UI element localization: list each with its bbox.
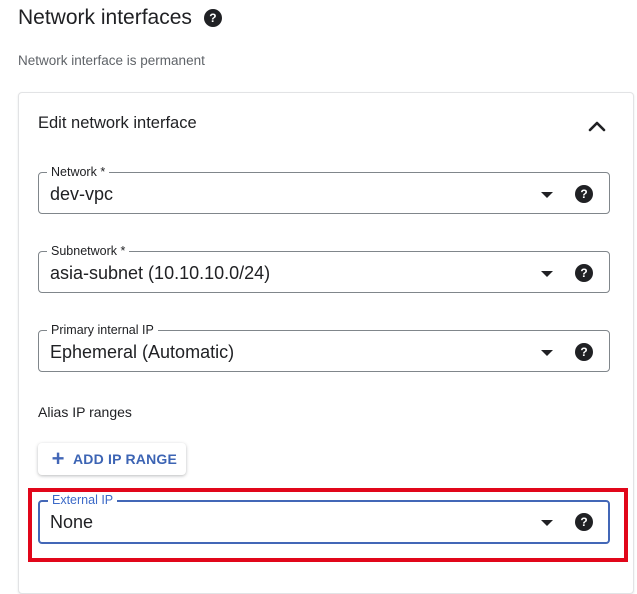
chevron-up-icon	[588, 121, 606, 132]
external-ip-value: None	[50, 512, 94, 532]
subnetwork-select[interactable]: Subnetwork * asia-subnet (10.10.10.0/24)…	[38, 243, 610, 293]
help-icon[interactable]: ?	[575, 264, 593, 282]
help-icon[interactable]: ?	[575, 343, 593, 361]
network-select[interactable]: Network * dev-vpc ?	[38, 164, 610, 214]
card-title: Edit network interface	[38, 114, 197, 132]
primary-internal-ip-value: Ephemeral (Automatic)	[50, 342, 235, 362]
plus-icon: +	[51, 446, 65, 471]
subnetwork-value: asia-subnet (10.10.10.0/24)	[50, 263, 271, 283]
page-title-text: Network interfaces	[18, 6, 192, 29]
help-icon[interactable]: ?	[575, 185, 593, 203]
primary-internal-ip-select[interactable]: Primary internal IP Ephemeral (Automatic…	[38, 322, 610, 372]
page-title: Network interfaces ?	[18, 6, 222, 30]
add-ip-range-button[interactable]: + ADD IP RANGE	[38, 443, 186, 475]
help-icon[interactable]: ?	[575, 513, 593, 531]
dropdown-arrow-icon[interactable]	[541, 520, 553, 526]
add-ip-range-label: ADD IP RANGE	[73, 451, 178, 467]
dropdown-arrow-icon[interactable]	[541, 271, 553, 277]
dropdown-arrow-icon[interactable]	[541, 192, 553, 198]
network-value: dev-vpc	[50, 184, 114, 204]
network-label: Network *	[47, 164, 110, 180]
subnetwork-label: Subnetwork *	[47, 243, 130, 259]
dropdown-arrow-icon[interactable]	[541, 350, 553, 356]
alias-ip-ranges-label: Alias IP ranges	[38, 404, 132, 420]
page-subtitle: Network interface is permanent	[18, 53, 205, 68]
external-ip-select[interactable]: External IP None ?	[38, 492, 610, 544]
external-ip-label: External IP	[48, 492, 118, 508]
help-icon[interactable]: ?	[203, 9, 222, 27]
collapse-button[interactable]	[584, 113, 610, 139]
primary-internal-ip-label: Primary internal IP	[47, 322, 158, 338]
